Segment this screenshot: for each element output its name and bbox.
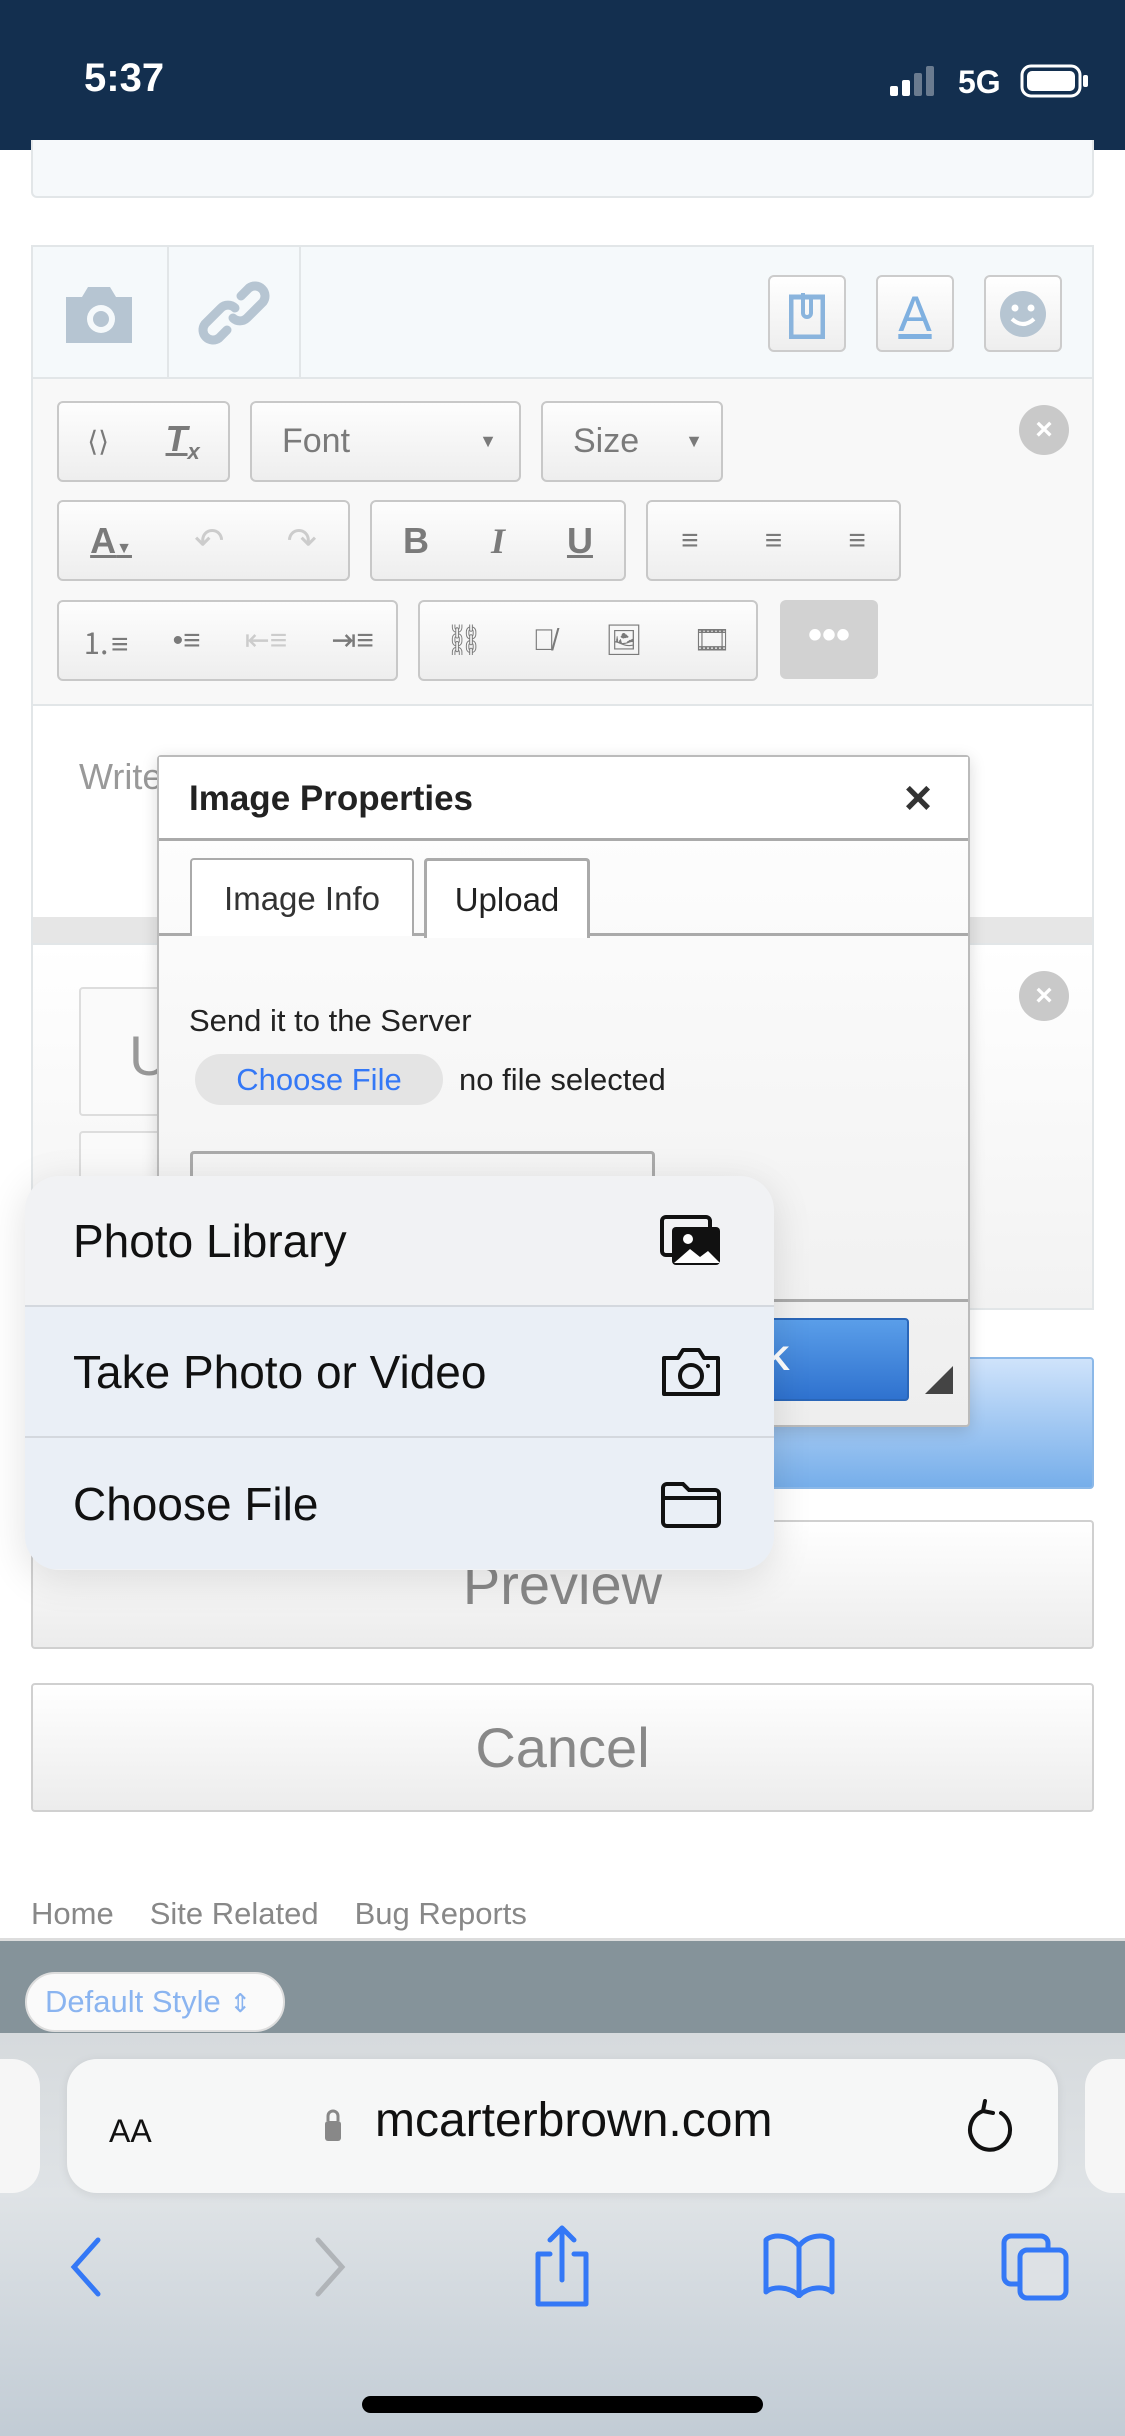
camera-icon[interactable]	[62, 283, 136, 343]
paste-button[interactable]	[768, 275, 846, 352]
underline-icon[interactable]: U	[567, 520, 593, 562]
footer-link-home[interactable]: Home	[31, 1896, 114, 1932]
top-panel	[31, 140, 1094, 198]
more-options-button[interactable]: •••	[780, 600, 878, 679]
address-bar[interactable]: AA mcarterbrown.com	[67, 2059, 1058, 2193]
tab-label: Upload	[454, 881, 560, 918]
file-status: no file selected	[459, 1062, 666, 1097]
color-undo-group: A▼ ↶ ↷	[57, 500, 350, 581]
redo-icon[interactable]: ↷	[287, 520, 317, 562]
reload-icon[interactable]	[967, 2099, 1017, 2155]
font-color-button[interactable]: A	[876, 275, 954, 352]
upload-label: Send it to the Server	[189, 1003, 472, 1038]
font-label: Font	[282, 422, 351, 460]
bookmarks-icon[interactable]	[762, 2232, 836, 2298]
chevron-updown-icon: ⇕	[229, 1988, 252, 2018]
menu-item-label: Photo Library	[73, 1214, 347, 1267]
file-picker-menu: Photo Library Take Photo or Video Choose…	[25, 1176, 774, 1570]
list-indent-group: ⒈≡ •≡ ⇤≡ ⇥≡	[57, 600, 398, 681]
undo-icon[interactable]: ↶	[194, 520, 224, 562]
close-icon[interactable]: ×	[904, 771, 932, 826]
back-icon[interactable]	[68, 2236, 104, 2298]
tab-image-info[interactable]: Image Info	[190, 858, 414, 936]
clipboard-icon	[789, 292, 825, 339]
source-group: ⟨⟩ Tx	[57, 401, 230, 482]
menu-item-label: Take Photo or Video	[73, 1345, 487, 1398]
insert-group: ⛓ ⛓̸ 🖼︎ 🎞︎	[418, 600, 758, 681]
cancel-label: Cancel	[475, 1716, 650, 1779]
divider	[167, 247, 169, 379]
close-toolbar-icon[interactable]: ×	[1019, 405, 1069, 455]
forward-icon[interactable]	[312, 2236, 348, 2298]
style-select[interactable]: Default Style ⇕	[25, 1972, 285, 2032]
tab-upload[interactable]: Upload	[424, 858, 590, 938]
size-dropdown[interactable]: Size ▼	[541, 401, 723, 482]
emoji-button[interactable]	[984, 275, 1062, 352]
editor-placeholder: Write	[79, 756, 163, 797]
folder-icon	[661, 1481, 721, 1528]
image-icon[interactable]: 🖼︎	[605, 623, 643, 658]
font-dropdown[interactable]: Font ▼	[250, 401, 521, 482]
url-text: mcarterbrown.com	[375, 2094, 773, 2147]
status-time: 5:37	[84, 56, 165, 100]
status-bar: 5:37 5G	[0, 0, 1125, 150]
video-icon[interactable]: 🎞︎	[693, 623, 731, 658]
italic-icon[interactable]: I	[491, 520, 505, 562]
tabs-icon[interactable]	[1000, 2232, 1072, 2302]
next-tab-peek[interactable]	[1085, 2059, 1125, 2193]
share-icon[interactable]	[532, 2224, 592, 2310]
battery-icon	[1020, 64, 1090, 98]
dialog-header: Image Properties ×	[159, 757, 968, 841]
network-type: 5G	[958, 64, 1001, 100]
home-indicator	[362, 2396, 763, 2413]
resize-handle-icon[interactable]	[925, 1366, 955, 1396]
align-left-icon[interactable]: ≡	[681, 524, 699, 558]
text-a-icon: A	[898, 285, 932, 342]
previous-tab-peek[interactable]	[0, 2059, 40, 2193]
choose-file-button[interactable]: Choose File	[195, 1054, 443, 1105]
choose-file-label: Choose File	[236, 1062, 402, 1097]
align-center-icon[interactable]: ≡	[765, 524, 783, 558]
menu-item-take-photo[interactable]: Take Photo or Video	[25, 1307, 774, 1438]
footer-nav: Home Site Related Bug Reports	[31, 1896, 527, 1932]
menu-item-label: Choose File	[73, 1477, 319, 1530]
smiley-icon	[1000, 290, 1046, 337]
reader-aa-button[interactable]: AA	[109, 2099, 152, 2153]
align-right-icon[interactable]: ≡	[848, 524, 866, 558]
lock-icon	[325, 2109, 341, 2141]
divider	[299, 247, 301, 379]
style-select-label: Default Style	[45, 1984, 221, 2019]
indent-icon[interactable]: ⇥≡	[331, 623, 374, 658]
tab-label: Image Info	[224, 880, 380, 917]
close-panel-icon[interactable]: ×	[1019, 971, 1069, 1021]
menu-item-choose-file[interactable]: Choose File	[25, 1438, 774, 1569]
photo-library-icon	[660, 1214, 720, 1265]
camera-icon	[662, 1347, 720, 1396]
chevron-down-icon: ▼	[479, 431, 497, 451]
footer-link-site-related[interactable]: Site Related	[150, 1896, 319, 1932]
chevron-down-icon: ▼	[685, 431, 703, 451]
link-icon[interactable]: ⛓	[445, 623, 483, 658]
numbered-list-icon[interactable]: ⒈≡	[81, 619, 129, 663]
source-icon[interactable]: ⟨⟩	[87, 425, 109, 458]
cancel-button[interactable]: Cancel	[31, 1683, 1094, 1812]
alignment-group: ≡ ≡ ≡	[646, 500, 901, 581]
outdent-icon[interactable]: ⇤≡	[245, 623, 288, 658]
dialog-title: Image Properties	[189, 779, 473, 818]
link-icon[interactable]	[197, 280, 271, 346]
unlink-icon[interactable]: ⛓̸	[533, 624, 556, 658]
menu-item-photo-library[interactable]: Photo Library	[25, 1176, 774, 1307]
footer-link-bug-reports[interactable]: Bug Reports	[355, 1896, 527, 1932]
bold-italic-underline-group: B I U	[370, 500, 626, 581]
text-color-icon[interactable]: A▼	[90, 520, 132, 562]
size-label: Size	[573, 422, 640, 460]
remove-format-icon[interactable]: Tx	[166, 418, 200, 465]
signal-icon	[890, 66, 938, 98]
bullet-list-icon[interactable]: •≡	[173, 624, 201, 658]
bold-icon[interactable]: B	[403, 520, 429, 562]
